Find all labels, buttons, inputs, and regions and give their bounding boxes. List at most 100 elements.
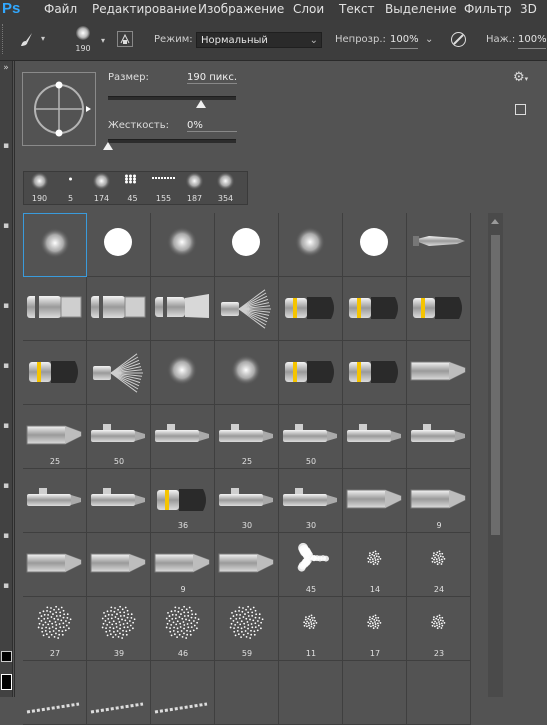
- tool-icon[interactable]: ▪: [1, 301, 11, 311]
- gear-icon[interactable]: ⚙▾: [513, 70, 528, 85]
- new-preset-icon[interactable]: [515, 104, 526, 115]
- brush-preset-cell[interactable]: [87, 469, 151, 533]
- brush-preset-cell[interactable]: [87, 533, 151, 597]
- brush-preset-cell[interactable]: [23, 341, 87, 405]
- size-input[interactable]: 190 пикс.: [187, 72, 237, 84]
- pressure-input[interactable]: 100%: [518, 32, 547, 49]
- tool-icon[interactable]: ▪: [1, 421, 11, 431]
- recent-brush-item[interactable]: 5: [57, 172, 84, 204]
- recent-brush-item[interactable]: 354: [212, 172, 239, 204]
- tool-icon[interactable]: ▪: [1, 221, 11, 231]
- recent-brush-item[interactable]: 45: [119, 172, 146, 204]
- pressure-opacity-icon[interactable]: [450, 31, 467, 48]
- brush-preset-cell[interactable]: 50: [87, 405, 151, 469]
- brush-tool-icon[interactable]: [18, 31, 36, 52]
- brush-preset-cell[interactable]: [343, 405, 407, 469]
- hardness-slider[interactable]: [108, 139, 236, 143]
- scrollbar-thumb[interactable]: [491, 235, 500, 535]
- brush-preset-cell[interactable]: 9: [407, 469, 471, 533]
- tool-icon[interactable]: ▪: [1, 581, 11, 591]
- brush-preset-cell[interactable]: [23, 277, 87, 341]
- scrollbar[interactable]: [488, 213, 503, 697]
- brush-preset-cell[interactable]: 14: [343, 533, 407, 597]
- brush-preset-cell[interactable]: [151, 661, 215, 725]
- mode-select[interactable]: Нормальный ⌄: [196, 32, 322, 48]
- opacity-chevron-icon[interactable]: ⌄: [425, 34, 433, 45]
- brush-preset-cell[interactable]: 25: [23, 405, 87, 469]
- brush-preset-cell[interactable]: [343, 213, 407, 277]
- brush-preset-cell[interactable]: 30: [279, 469, 343, 533]
- brush-preset-cell[interactable]: 25: [215, 405, 279, 469]
- brush-preset-cell[interactable]: 11: [279, 597, 343, 661]
- brush-preset-cell[interactable]: 36: [151, 469, 215, 533]
- brush-preset-cell[interactable]: 45: [279, 533, 343, 597]
- menu-file[interactable]: Файл: [44, 0, 77, 20]
- tool-preset-chevron-icon[interactable]: ▾: [41, 34, 45, 43]
- size-slider-thumb[interactable]: [196, 100, 207, 108]
- brush-preset-cell[interactable]: 9: [151, 533, 215, 597]
- opacity-input[interactable]: 100%: [390, 32, 419, 49]
- brush-preset-cell[interactable]: [23, 213, 87, 277]
- hardness-input[interactable]: 0%: [187, 120, 237, 132]
- size-slider[interactable]: [108, 96, 236, 100]
- brush-preset-cell[interactable]: 30: [215, 469, 279, 533]
- tool-icon[interactable]: ▪: [1, 531, 11, 541]
- menu-type[interactable]: Текст: [339, 0, 375, 20]
- brush-preset-cell[interactable]: [215, 341, 279, 405]
- brush-preset-cell[interactable]: 17: [343, 597, 407, 661]
- brush-angle-preview[interactable]: [22, 72, 96, 146]
- recent-brush-item[interactable]: 187: [181, 172, 208, 204]
- brush-preset-cell[interactable]: [407, 213, 471, 277]
- brush-preset-cell[interactable]: [23, 533, 87, 597]
- recent-brush-item[interactable]: 174: [88, 172, 115, 204]
- brush-preset-cell[interactable]: 23: [407, 597, 471, 661]
- recent-brush-item[interactable]: 190: [26, 172, 53, 204]
- brush-panel-toggle-icon[interactable]: [117, 31, 133, 47]
- brush-preset-cell[interactable]: 46: [151, 597, 215, 661]
- brush-preset-cell[interactable]: [87, 277, 151, 341]
- menu-layers[interactable]: Слои: [293, 0, 324, 20]
- tool-icon[interactable]: ▪: [1, 141, 11, 151]
- recent-brush-item[interactable]: 155: [150, 172, 177, 204]
- brush-preset-cell[interactable]: 27: [23, 597, 87, 661]
- brush-preset-cell[interactable]: [407, 405, 471, 469]
- background-color-swatch[interactable]: [1, 674, 12, 690]
- brush-preset-cell[interactable]: [279, 277, 343, 341]
- brush-preset-cell[interactable]: [407, 341, 471, 405]
- brush-preset-cell[interactable]: [343, 277, 407, 341]
- brush-preset-cell[interactable]: [279, 213, 343, 277]
- menu-filter[interactable]: Фильтр: [464, 0, 511, 20]
- brush-preset-cell[interactable]: [215, 277, 279, 341]
- brush-preset-cell[interactable]: [151, 405, 215, 469]
- brush-preset-cell[interactable]: [87, 661, 151, 725]
- brush-preset-cell[interactable]: [343, 469, 407, 533]
- menu-3d[interactable]: 3D: [520, 0, 537, 20]
- brush-preset-cell[interactable]: [407, 277, 471, 341]
- tool-icon[interactable]: ▪: [1, 361, 11, 371]
- tool-icon[interactable]: ▪: [1, 481, 11, 491]
- brush-preset-cell[interactable]: [87, 213, 151, 277]
- brush-preset-cell[interactable]: [151, 277, 215, 341]
- menu-edit[interactable]: Редактирование: [92, 0, 197, 20]
- scroll-up-icon[interactable]: [491, 219, 499, 224]
- menu-image[interactable]: Изображение: [198, 0, 284, 20]
- foreground-color-swatch[interactable]: [1, 651, 12, 662]
- brush-preset-cell[interactable]: [151, 341, 215, 405]
- brush-preset-cell[interactable]: [87, 341, 151, 405]
- brush-preset-cell[interactable]: [343, 341, 407, 405]
- brush-preset-cell[interactable]: [215, 213, 279, 277]
- brush-preset-cell[interactable]: [279, 341, 343, 405]
- brush-picker-chevron-icon[interactable]: ▾: [101, 36, 105, 45]
- brush-preset-cell[interactable]: [23, 661, 87, 725]
- menu-select[interactable]: Выделение: [385, 0, 456, 20]
- brush-preset-cell[interactable]: 59: [215, 597, 279, 661]
- hardness-slider-thumb[interactable]: [103, 142, 113, 150]
- brush-preset-cell[interactable]: 39: [87, 597, 151, 661]
- collapse-icon[interactable]: »: [1, 63, 11, 73]
- brush-preset-cell[interactable]: [151, 213, 215, 277]
- brush-preset-cell[interactable]: 50: [279, 405, 343, 469]
- brush-picker[interactable]: 190: [68, 23, 98, 57]
- brush-preset-cell[interactable]: [215, 533, 279, 597]
- brush-preset-cell[interactable]: [23, 469, 87, 533]
- brush-preset-cell[interactable]: 24: [407, 533, 471, 597]
